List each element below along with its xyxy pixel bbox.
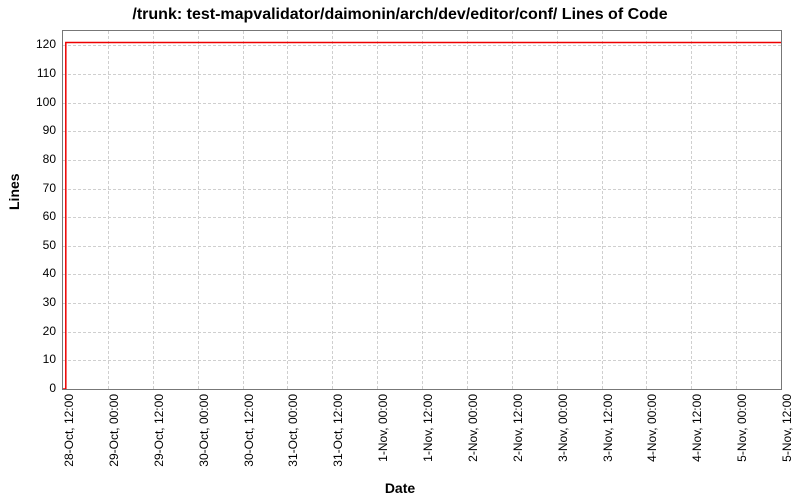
x-tick-label: 3-Nov, 12:00 xyxy=(601,394,615,462)
grid-line-v xyxy=(108,31,109,389)
y-tick-label: 60 xyxy=(14,209,56,223)
x-axis-label: Date xyxy=(0,480,800,496)
grid-line-v xyxy=(198,31,199,389)
x-tick-label: 31-Oct, 00:00 xyxy=(286,394,300,467)
y-tick-label: 80 xyxy=(14,152,56,166)
x-tick-label: 5-Nov, 12:00 xyxy=(780,394,794,462)
x-tick-label: 31-Oct, 12:00 xyxy=(331,394,345,467)
grid-line-v xyxy=(736,31,737,389)
x-tick-label: 2-Nov, 00:00 xyxy=(466,394,480,462)
x-tick-label: 30-Oct, 00:00 xyxy=(197,394,211,467)
grid-line-v xyxy=(557,31,558,389)
y-tick-label: 20 xyxy=(14,324,56,338)
x-tick-label: 2-Nov, 12:00 xyxy=(511,394,525,462)
grid-line-v xyxy=(377,31,378,389)
chart-title: /trunk: test-mapvalidator/daimonin/arch/… xyxy=(0,6,800,24)
y-tick-label: 0 xyxy=(14,381,56,395)
grid-line-v xyxy=(287,31,288,389)
grid-line-v xyxy=(646,31,647,389)
x-tick-label: 1-Nov, 00:00 xyxy=(376,394,390,462)
x-tick-label: 4-Nov, 12:00 xyxy=(690,394,704,462)
x-tick-label: 28-Oct, 12:00 xyxy=(62,394,76,467)
y-tick-label: 50 xyxy=(14,238,56,252)
x-tick-label: 1-Nov, 12:00 xyxy=(421,394,435,462)
y-tick-label: 100 xyxy=(14,95,56,109)
y-tick-label: 70 xyxy=(14,181,56,195)
plot-area xyxy=(62,30,782,390)
x-tick-label: 30-Oct, 12:00 xyxy=(242,394,256,467)
grid-line-v xyxy=(243,31,244,389)
grid-line-v xyxy=(153,31,154,389)
grid-line-v xyxy=(602,31,603,389)
grid-line-v xyxy=(467,31,468,389)
y-tick-label: 10 xyxy=(14,352,56,366)
grid-line-v xyxy=(512,31,513,389)
y-tick-label: 30 xyxy=(14,295,56,309)
x-tick-label: 5-Nov, 00:00 xyxy=(735,394,749,462)
x-tick-label: 3-Nov, 00:00 xyxy=(556,394,570,462)
chart-container: /trunk: test-mapvalidator/daimonin/arch/… xyxy=(0,0,800,500)
y-tick-label: 120 xyxy=(14,37,56,51)
grid-line-v xyxy=(691,31,692,389)
grid-line-v xyxy=(332,31,333,389)
x-tick-label: 29-Oct, 12:00 xyxy=(152,394,166,467)
y-tick-label: 90 xyxy=(14,123,56,137)
y-tick-label: 110 xyxy=(14,66,56,80)
x-tick-label: 29-Oct, 00:00 xyxy=(107,394,121,467)
y-tick-label: 40 xyxy=(14,266,56,280)
x-tick-label: 4-Nov, 00:00 xyxy=(645,394,659,462)
grid-line-v xyxy=(422,31,423,389)
